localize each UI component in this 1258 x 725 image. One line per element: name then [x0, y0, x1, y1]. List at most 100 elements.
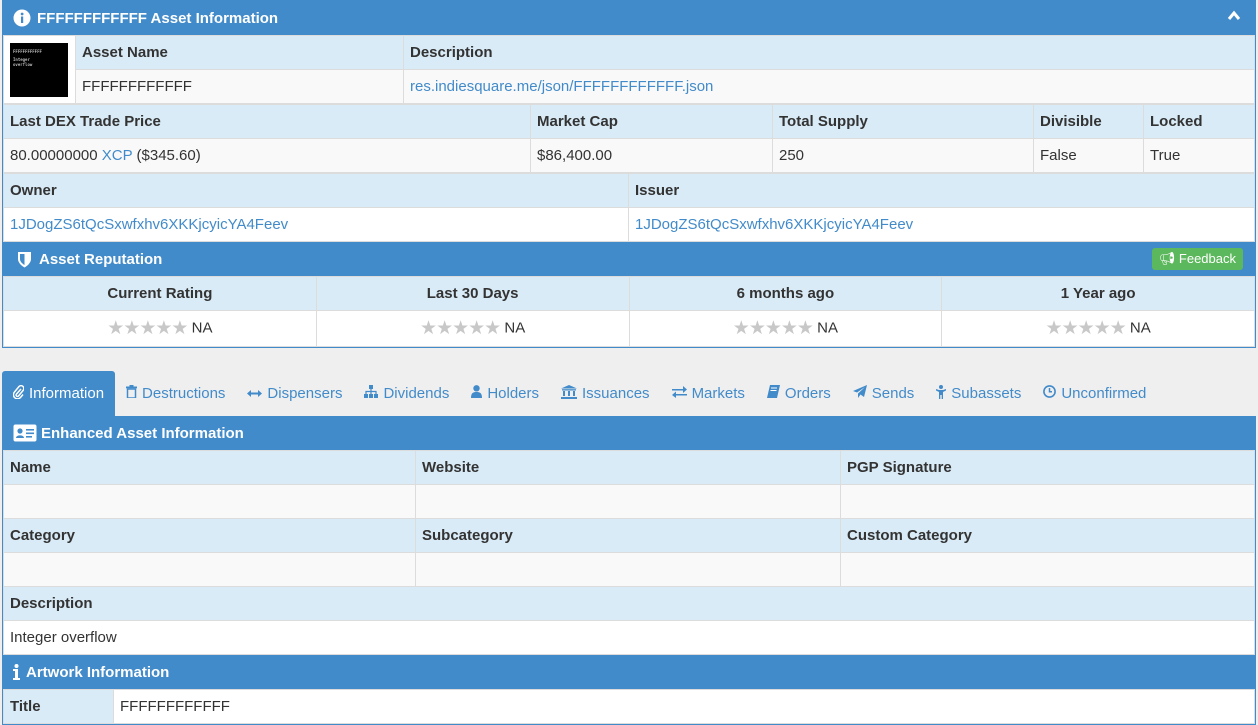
trash-icon: [126, 385, 138, 402]
asset-info-header[interactable]: FFFFFFFFFFFF Asset Information: [3, 1, 1255, 35]
rating-value: NA: [1129, 319, 1151, 337]
artwork-info-title: Artwork Information: [26, 663, 170, 681]
issuer-label: Issuer: [628, 173, 1255, 208]
subcategory-label: Subcategory: [415, 518, 841, 553]
book-icon: [766, 385, 780, 402]
paper-plane-icon: [852, 385, 867, 402]
child-icon: [936, 384, 947, 403]
divisible-value: False: [1033, 138, 1144, 173]
tab-label: Unconfirmed: [1061, 385, 1147, 402]
asset-stats-table: Last DEX Trade Price Market Cap Total Su…: [3, 104, 1255, 173]
feedback-button[interactable]: 📢︎ Feedback: [1151, 248, 1243, 270]
rating-current-label: Current Rating: [3, 276, 317, 311]
last-price-label: Last DEX Trade Price: [3, 104, 531, 139]
description-link[interactable]: res.indiesquare.me/json/FFFFFFFFFFFF.jso…: [410, 78, 713, 95]
tab-label: Subassets: [951, 385, 1022, 402]
feedback-label: Feedback: [1178, 251, 1236, 266]
paperclip-icon: [12, 384, 25, 403]
custom-category-label: Custom Category: [840, 518, 1255, 553]
market-cap-value: $86,400.00: [530, 138, 773, 173]
xcp-link[interactable]: XCP: [102, 147, 133, 164]
pgp-value: [840, 484, 1255, 519]
asset-name-table: FFFFFFFFFFFF Integer overflow Asset Name…: [3, 35, 1255, 104]
enhanced-info-table: Name Website PGP Signature Category Subc…: [3, 450, 1255, 655]
tab-label: Holders: [487, 385, 540, 402]
issuer-address-link[interactable]: 1JDogZS6tQcSxwfxhv6XKKjcyicYA4Feev: [635, 216, 913, 233]
enhanced-description-value: Integer overflow: [3, 620, 1255, 655]
exchange-icon: [671, 385, 687, 402]
tab-unconfirmed[interactable]: Unconfirmed: [1032, 371, 1157, 416]
category-label: Category: [3, 518, 416, 553]
website-value: [415, 484, 841, 519]
tab-dividends[interactable]: Dividends: [353, 371, 460, 416]
locked-label: Locked: [1143, 104, 1255, 139]
rating-cell: ★★★★★ NA: [3, 310, 317, 347]
tab-label: Dividends: [383, 385, 450, 402]
tab-markets[interactable]: Markets: [661, 371, 756, 416]
artwork-info-header: Artwork Information: [3, 655, 1255, 689]
artwork-table: Title FFFFFFFFFFFF: [3, 689, 1255, 724]
total-supply-label: Total Supply: [772, 104, 1034, 139]
owner-address-link[interactable]: 1JDogZS6tQcSxwfxhv6XKKjcyicYA4Feev: [10, 216, 288, 233]
website-label: Website: [415, 450, 841, 485]
tab-issuances[interactable]: Issuances: [550, 371, 661, 416]
tab-label: Markets: [691, 385, 745, 402]
reputation-title: Asset Reputation: [39, 250, 163, 268]
tab-subassets[interactable]: Subassets: [925, 371, 1032, 416]
enhanced-info-panel: Enhanced Asset Information Name Website …: [2, 416, 1256, 725]
reputation-table: Current Rating Last 30 Days 6 months ago…: [3, 276, 1255, 347]
enhanced-info-header: Enhanced Asset Information: [3, 416, 1255, 450]
last-price-cell: 80.00000000 XCP ($345.60): [3, 138, 531, 173]
tab-destructions[interactable]: Destructions: [115, 371, 236, 416]
asset-thumbnail[interactable]: FFFFFFFFFFFF Integer overflow: [10, 42, 68, 97]
rating-6months-label: 6 months ago: [628, 276, 943, 311]
market-cap-label: Market Cap: [530, 104, 773, 139]
shield-icon: [17, 251, 32, 268]
subcategory-value: [415, 552, 841, 587]
owner-issuer-table: Owner Issuer 1JDogZS6tQcSxwfxhv6XKKjcyic…: [3, 173, 1255, 242]
tab-information[interactable]: Information: [2, 371, 116, 416]
star-rating-icon: ★★★★★: [420, 318, 501, 339]
id-card-icon: [13, 424, 37, 442]
arrows-h-icon: [247, 385, 263, 402]
rating-30days-label: Last 30 Days: [315, 276, 630, 311]
asset-info-panel: FFFFFFFFFFFF Asset Information FFFFFFFFF…: [2, 0, 1256, 348]
info-icon: [13, 664, 20, 680]
tab-sends[interactable]: Sends: [842, 371, 926, 416]
rating-1year-label: 1 Year ago: [941, 276, 1255, 311]
rating-cell: ★★★★★ NA: [315, 310, 630, 347]
tab-label: Dispensers: [267, 385, 343, 402]
tab-dispensers[interactable]: Dispensers: [236, 371, 353, 416]
bullhorn-icon: 📢︎: [1158, 251, 1176, 266]
tab-label: Issuances: [582, 385, 650, 402]
rating-value: NA: [504, 319, 526, 337]
name-label: Name: [3, 450, 416, 485]
reputation-header: Asset Reputation 📢︎ Feedback: [3, 242, 1255, 276]
chevron-up-icon[interactable]: [1227, 9, 1241, 27]
rating-cell: ★★★★★ NA: [941, 310, 1255, 347]
star-rating-icon: ★★★★★: [732, 318, 814, 339]
enhanced-description-label: Description: [3, 586, 1255, 621]
artwork-title-value: FFFFFFFFFFFF: [113, 689, 1255, 724]
enhanced-info-title: Enhanced Asset Information: [41, 424, 244, 442]
owner-label: Owner: [3, 173, 629, 208]
tab-label: Orders: [784, 385, 831, 402]
locked-value: True: [1143, 138, 1255, 173]
info-circle-icon: [13, 9, 31, 27]
asset-tabs: Information Destructions Dispensers Divi…: [2, 371, 1256, 416]
tab-label: Destructions: [142, 385, 226, 402]
tab-holders[interactable]: Holders: [460, 371, 550, 416]
category-value: [3, 552, 416, 587]
total-supply-value: 250: [772, 138, 1034, 173]
star-rating-icon: ★★★★★: [107, 318, 188, 339]
asset-info-title: FFFFFFFFFFFF Asset Information: [37, 9, 279, 27]
user-icon: [471, 385, 483, 402]
artwork-title-label: Title: [3, 689, 114, 724]
star-rating-icon: ★★★★★: [1045, 318, 1127, 339]
rating-value: NA: [817, 319, 838, 337]
clock-icon: [1043, 385, 1057, 402]
tab-label: Information: [29, 385, 105, 402]
asset-name-label: Asset Name: [75, 35, 404, 70]
tab-orders[interactable]: Orders: [756, 371, 842, 416]
asset-thumbnail-cell: FFFFFFFFFFFF Integer overflow: [3, 35, 76, 104]
